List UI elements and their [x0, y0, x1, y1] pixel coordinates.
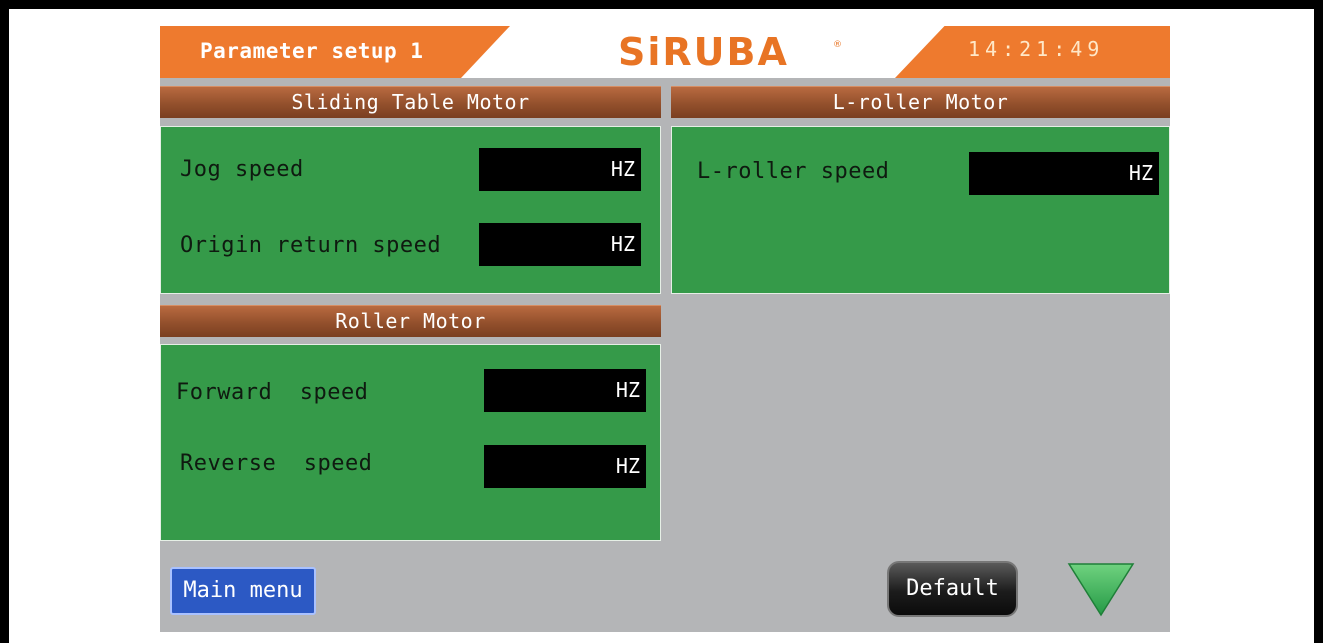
- l-roller-motor-panel: L-roller speed HZ: [671, 126, 1170, 294]
- registered-mark: ®: [833, 40, 842, 50]
- forward-speed-input[interactable]: HZ: [484, 369, 646, 412]
- reverse-speed-input[interactable]: HZ: [484, 445, 646, 488]
- hmi-screen: Parameter setup 1 SiRUBA ® 14:21:49 Slid…: [160, 26, 1170, 632]
- sliding-table-motor-title: Sliding Table Motor: [160, 86, 661, 118]
- roller-motor-panel: Forward speed HZ Reverse speed HZ: [160, 344, 661, 541]
- triangle-down-icon: [1067, 563, 1135, 617]
- reverse-speed-label: Reverse speed: [180, 451, 373, 476]
- jog-speed-input[interactable]: HZ: [479, 148, 641, 191]
- forward-speed-label: Forward speed: [176, 380, 369, 405]
- origin-return-speed-input[interactable]: HZ: [479, 223, 641, 266]
- default-button[interactable]: Default: [887, 561, 1018, 617]
- next-page-button[interactable]: [1067, 562, 1135, 617]
- sliding-table-motor-panel: Jog speed HZ Origin return speed HZ: [160, 126, 661, 294]
- siruba-logo: SiRUBA: [618, 30, 789, 74]
- l-roller-motor-title: L-roller Motor: [671, 86, 1170, 118]
- main-menu-button[interactable]: Main menu: [170, 567, 316, 615]
- l-roller-speed-label: L-roller speed: [697, 159, 890, 184]
- jog-speed-label: Jog speed: [180, 157, 304, 182]
- roller-motor-title: Roller Motor: [160, 305, 661, 337]
- origin-return-speed-label: Origin return speed: [180, 233, 442, 258]
- clock-display: 14:21:49: [968, 37, 1105, 61]
- page-title: Parameter setup 1: [200, 39, 424, 63]
- l-roller-speed-input[interactable]: HZ: [969, 152, 1159, 195]
